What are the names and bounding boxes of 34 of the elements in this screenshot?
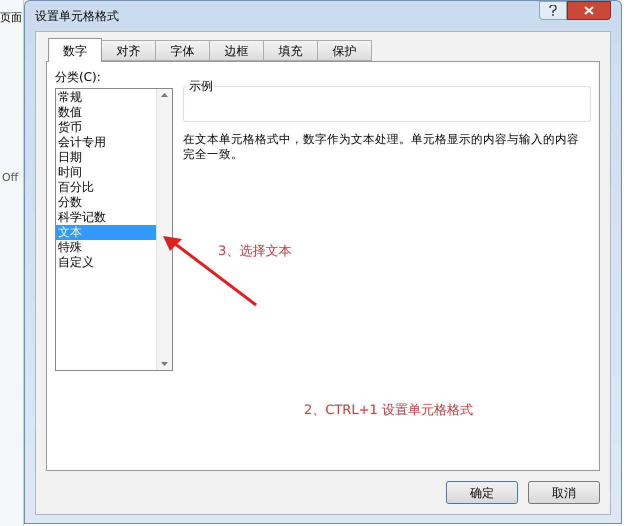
cancel-button[interactable]: 取消 <box>528 481 600 504</box>
category-label: 分类(C): <box>55 69 102 86</box>
format-description: 在文本单元格格式中，数字作为文本处理。单元格显示的内容与输入的内容完全一致。 <box>183 132 580 162</box>
annotation-text: 2、CTRL+1 设置单元格格式 <box>304 402 473 420</box>
help-icon <box>549 5 557 16</box>
tab[interactable]: 保护 <box>318 40 372 61</box>
category-item[interactable]: 货币 <box>56 120 156 135</box>
scroll-up-icon <box>161 93 168 97</box>
tab[interactable]: 数字 <box>48 38 102 62</box>
scrollbar[interactable] <box>156 89 172 370</box>
category-item[interactable]: 时间 <box>56 165 156 180</box>
sample-label: 示例 <box>188 78 214 94</box>
tab[interactable]: 对齐 <box>102 40 156 61</box>
window-title: 设置单元格格式 <box>35 8 119 25</box>
tab[interactable]: 字体 <box>156 40 210 61</box>
annotation-text: 3、选择文本 <box>218 243 292 261</box>
category-item[interactable]: 百分比 <box>56 180 156 195</box>
ok-button[interactable]: 确定 <box>446 481 518 504</box>
close-button[interactable] <box>567 1 611 20</box>
category-item[interactable]: 特殊 <box>56 240 156 255</box>
help-button[interactable] <box>539 1 567 20</box>
category-item[interactable]: 会计专用 <box>56 135 156 150</box>
category-item[interactable]: 自定义 <box>56 255 156 270</box>
background-text: Off <box>2 170 18 186</box>
tab[interactable]: 填充 <box>264 40 318 61</box>
category-item[interactable]: 分数 <box>56 195 156 210</box>
category-item[interactable]: 常规 <box>56 90 156 105</box>
close-icon <box>584 6 594 15</box>
background-text: 页面 <box>0 10 22 26</box>
category-item[interactable]: 数值 <box>56 105 156 120</box>
scroll-down-icon <box>161 362 168 366</box>
category-item[interactable]: 科学记数 <box>56 210 156 225</box>
category-item[interactable]: 日期 <box>56 150 156 165</box>
tab[interactable]: 边框 <box>210 40 264 61</box>
